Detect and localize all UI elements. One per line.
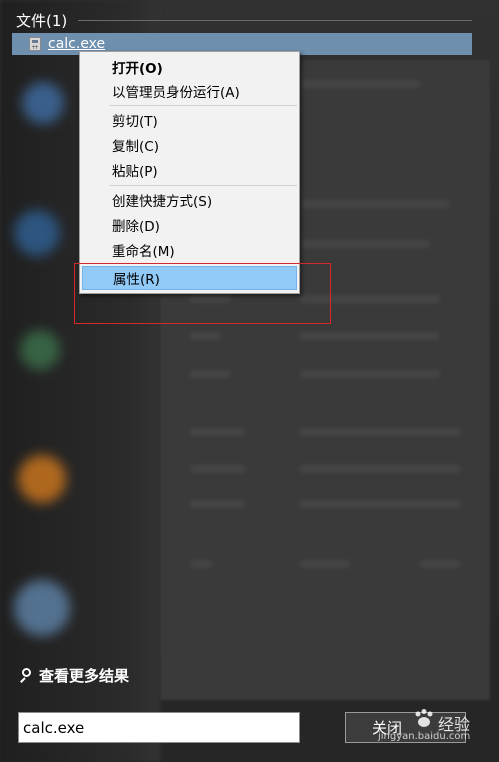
background-row <box>190 465 245 473</box>
see-more-results-label: 查看更多结果 <box>39 666 130 685</box>
background-row <box>300 465 460 473</box>
background-row <box>190 370 230 378</box>
background-row <box>300 560 350 568</box>
background-row <box>190 428 245 436</box>
files-section-header: 文件(1) <box>16 10 67 30</box>
background-blob-lightblue <box>14 580 70 636</box>
search-input[interactable] <box>18 712 300 743</box>
background-blob-blue-2 <box>14 210 60 256</box>
calculator-icon <box>29 37 41 51</box>
menu-item-create-shortcut[interactable]: 创建快捷方式(S) <box>82 188 297 212</box>
annotation-highlight-box <box>74 263 331 324</box>
background-row <box>300 500 460 508</box>
background-row <box>300 332 440 340</box>
background-blob-orange <box>18 455 66 503</box>
menu-item-run-as-admin[interactable]: 以管理员身份运行(A) <box>82 79 297 103</box>
background-row <box>420 560 460 568</box>
background-row <box>300 200 450 208</box>
background-blob-blue <box>22 82 64 124</box>
files-header-divider <box>78 20 472 21</box>
menu-separator <box>110 105 297 106</box>
menu-item-open[interactable]: 打开(O) <box>82 55 297 79</box>
background-row <box>300 370 440 378</box>
file-result-name[interactable]: calc.exe <box>48 36 105 52</box>
context-menu: 打开(O) 以管理员身份运行(A) 剪切(T) 复制(C) 粘贴(P) 创建快捷… <box>79 51 300 294</box>
files-header-label: 文件(1) <box>16 11 68 30</box>
search-icon <box>18 667 34 683</box>
see-more-results-link[interactable]: 查看更多结果 <box>18 665 129 685</box>
menu-separator <box>110 185 297 186</box>
menu-item-copy[interactable]: 复制(C) <box>82 133 297 157</box>
menu-item-delete[interactable]: 删除(D) <box>82 213 297 237</box>
background-blob-green <box>20 330 60 370</box>
background-row <box>190 560 212 568</box>
background-row <box>300 80 420 88</box>
menu-item-paste[interactable]: 粘贴(P) <box>82 158 297 182</box>
close-button-label: 关闭 <box>372 719 403 737</box>
menu-item-cut[interactable]: 剪切(T) <box>82 108 297 132</box>
menu-item-rename[interactable]: 重命名(M) <box>82 238 297 262</box>
background-row <box>190 332 220 340</box>
close-button[interactable]: 关闭 <box>345 712 466 743</box>
background-row <box>300 428 460 436</box>
background-row <box>300 240 430 248</box>
background-row <box>190 500 245 508</box>
